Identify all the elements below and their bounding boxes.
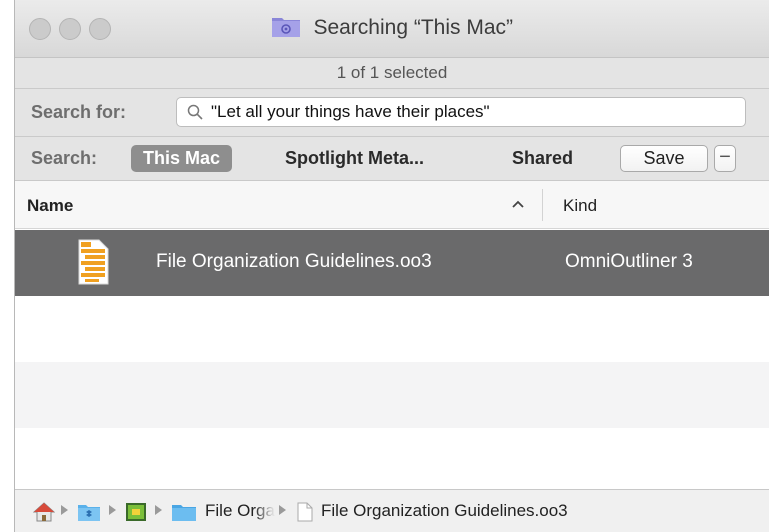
path-folder-label[interactable]: File Orga — [205, 501, 275, 521]
empty-row — [15, 362, 769, 428]
path-separator-icon — [155, 505, 162, 515]
name-column-header[interactable]: Name — [27, 196, 73, 216]
folder-icon[interactable] — [171, 502, 197, 522]
search-input[interactable]: "Let all your things have their places" — [176, 97, 746, 127]
column-header-row: Name Kind — [15, 181, 769, 229]
selection-status: 1 of 1 selected — [15, 58, 769, 89]
finder-search-window: Searching “This Mac” 1 of 1 selected Sea… — [14, 0, 769, 532]
scope-shared[interactable]: Shared — [512, 148, 573, 169]
empty-row — [15, 296, 769, 362]
search-for-label: Search for: — [31, 102, 127, 122]
scope-spotlight-metadata[interactable]: Spotlight Meta... — [285, 148, 424, 169]
omnioutliner-document-icon — [78, 239, 109, 285]
search-for-bar: Search for: "Let all your things have th… — [15, 89, 769, 137]
sort-ascending-icon[interactable] — [511, 199, 525, 209]
kind-column-header[interactable]: Kind — [563, 196, 597, 216]
search-query-text: "Let all your things have their places" — [211, 102, 490, 121]
path-separator-icon — [61, 505, 68, 515]
window-title: Searching “This Mac” — [313, 16, 513, 39]
search-icon — [187, 104, 203, 120]
path-file-label[interactable]: File Organization Guidelines.oo3 — [321, 501, 568, 521]
document-icon[interactable] — [297, 502, 313, 522]
home-icon[interactable] — [33, 502, 55, 522]
dropbox-folder-icon[interactable] — [77, 502, 101, 522]
file-kind: OmniOutliner 3 — [565, 251, 693, 272]
column-divider[interactable] — [542, 189, 543, 221]
window-title-group: Searching “This Mac” — [15, 16, 769, 40]
empty-row — [15, 428, 769, 489]
file-name: File Organization Guidelines.oo3 — [156, 251, 432, 272]
table-row[interactable]: File Organization Guidelines.oo3 OmniOut… — [15, 230, 769, 296]
app-folder-icon[interactable] — [125, 502, 147, 522]
search-scope-bar: Search: This Mac Spotlight Meta... Share… — [15, 137, 769, 181]
path-separator-icon — [279, 505, 286, 515]
title-bar[interactable]: Searching “This Mac” — [15, 0, 769, 58]
path-separator-icon — [109, 505, 116, 515]
remove-criteria-button[interactable]: − — [714, 145, 736, 172]
scope-this-mac[interactable]: This Mac — [131, 145, 233, 172]
save-search-button[interactable]: Save — [620, 145, 708, 172]
smart-folder-icon — [271, 18, 300, 37]
search-scope-label: Search: — [31, 148, 98, 168]
path-bar: File Orga File Organization Guidelines.o… — [15, 489, 769, 532]
